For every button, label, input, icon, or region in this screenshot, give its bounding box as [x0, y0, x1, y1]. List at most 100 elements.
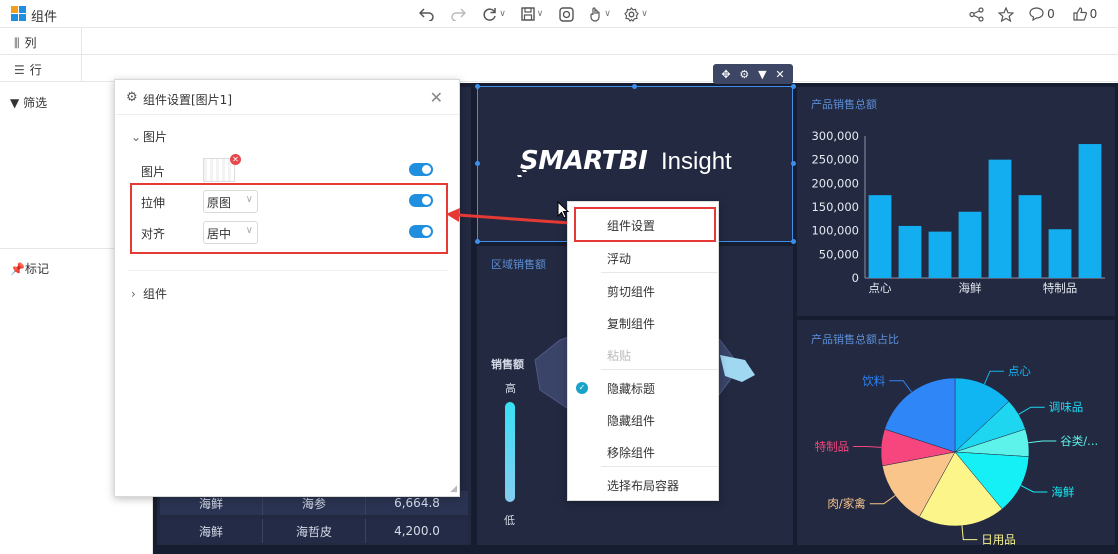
annotation-highlight	[574, 207, 716, 242]
y-tick-label: 200,000	[811, 176, 859, 190]
chevron-right-icon: ›	[131, 287, 136, 301]
legend-gradient[interactable]	[505, 402, 515, 502]
columns-icon: ⫼	[14, 36, 20, 50]
table-row[interactable]: 海鲜 海哲皮 4,200.0	[160, 519, 468, 543]
chevron-down-icon: ∨	[499, 9, 506, 19]
section-component-toggle[interactable]: › 组件	[131, 285, 167, 302]
list-icon: ☰	[14, 63, 25, 77]
columns-bar[interactable]: ⫼ 列	[0, 28, 1118, 55]
divider	[601, 272, 718, 273]
section-image-toggle[interactable]: ⌄ 图片	[131, 128, 167, 145]
pie-label: 特制品	[815, 439, 850, 453]
map-title: 区域销售额	[491, 258, 546, 271]
pie-label-line	[1028, 440, 1057, 444]
menu-item-cut[interactable]: 剪切组件	[568, 274, 718, 306]
pie-label: 点心	[1008, 364, 1031, 378]
dialog-title: 组件设置[图片1]	[143, 93, 232, 107]
table-cell: 海哲皮	[263, 519, 366, 543]
menu-item-remove-component[interactable]: 移除组件	[568, 435, 718, 467]
filter-section[interactable]: ▼ 筛选	[10, 94, 47, 111]
top-toolbar: 组件 ∨ ∨ ∨ ∨ 0 0	[0, 0, 1118, 28]
like-count: 0	[1089, 7, 1098, 21]
app-title: 组件	[31, 10, 58, 25]
resize-handle[interactable]	[791, 84, 796, 89]
move-icon[interactable]: ✥	[721, 68, 730, 81]
resize-handle[interactable]	[475, 239, 480, 244]
app-logo-icon	[11, 6, 26, 21]
pin-icon: 📌	[10, 262, 25, 276]
component-settings-dialog: ⚙ 组件设置[图片1] ✕ ⌄ 图片 图片 ✕ 拉伸 原图 ∨ 对齐 居中 ∨ › 组件…	[114, 79, 460, 497]
y-tick-label: 300,000	[811, 129, 859, 143]
menu-item-select-container[interactable]: 选择布局容器	[568, 468, 718, 500]
bar[interactable]	[928, 231, 952, 278]
share-icon[interactable]	[966, 4, 986, 24]
bar[interactable]	[988, 159, 1012, 278]
resize-grip-icon[interactable]: ◢	[450, 484, 457, 494]
gesture-icon[interactable]: ∨	[584, 4, 616, 24]
divider	[81, 55, 82, 81]
comment-count: 0	[1047, 7, 1055, 21]
bar-chart: 0 50,000 100,000 150,000 200,000 250,000 300,0…	[811, 129, 1105, 295]
legend-low: 低	[504, 514, 515, 527]
close-icon[interactable]: ✕	[775, 68, 784, 81]
undo-icon[interactable]	[416, 4, 438, 24]
pie-label: 调味品	[1049, 400, 1084, 414]
pie-label-line	[983, 370, 1004, 385]
resize-handle[interactable]	[791, 239, 796, 244]
app-window: 组件 ∨ ∨ ∨ ∨ 0 0 ⫼ 列 ☰ 行 ▼ 筛选 📌标记 海鲜 海参 6,…	[0, 0, 1118, 554]
menu-item-hide-title[interactable]: ✓ 隐藏标题	[568, 371, 718, 403]
redo-icon[interactable]	[447, 4, 469, 24]
y-tick-label: 0	[852, 271, 859, 285]
mouse-cursor-icon	[557, 201, 570, 219]
legend-title: 销售额	[491, 358, 524, 371]
marker-section[interactable]: 📌标记	[10, 260, 49, 277]
resize-handle[interactable]	[475, 84, 480, 89]
resize-handle[interactable]	[632, 84, 637, 89]
save-icon[interactable]: ∨	[516, 4, 548, 24]
pie-label-line	[1020, 485, 1048, 493]
pie-label-line	[869, 495, 896, 505]
bar[interactable]	[1078, 144, 1102, 278]
divider	[601, 466, 718, 467]
annotation-highlight	[130, 183, 448, 254]
divider	[128, 270, 448, 271]
menu-item-hide-component[interactable]: 隐藏组件	[568, 403, 718, 435]
filter-icon: ▼	[10, 96, 20, 110]
menu-item-copy[interactable]: 复制组件	[568, 306, 718, 338]
y-tick-label: 50,000	[819, 247, 859, 261]
menu-item-paste[interactable]: 粘贴	[568, 338, 718, 370]
bar[interactable]	[958, 211, 982, 278]
x-tick-label: 特制品	[1043, 281, 1078, 295]
remove-image-icon[interactable]: ✕	[230, 154, 241, 165]
menu-item-float[interactable]: 浮动	[568, 241, 718, 273]
pie-label-line	[853, 445, 882, 448]
screenshot-icon[interactable]	[555, 4, 577, 24]
resize-handle[interactable]	[475, 161, 480, 166]
pie-chart: 点心调味品谷类/... 海鲜日用品 肉/家禽 特制品 饮料	[815, 364, 1098, 545]
star-icon[interactable]	[996, 4, 1016, 24]
pie-label-line	[961, 525, 978, 541]
gear-icon: ⚙	[126, 90, 138, 105]
comment-button[interactable]: 0	[1027, 4, 1057, 24]
bar[interactable]	[868, 195, 892, 278]
gear-icon[interactable]: ⚙	[739, 68, 749, 81]
bar[interactable]	[1048, 229, 1072, 278]
check-icon: ✓	[576, 382, 588, 394]
image-toggle[interactable]	[409, 163, 433, 176]
settings-icon[interactable]: ∨	[620, 4, 652, 24]
refresh-icon[interactable]: ∨	[478, 4, 510, 24]
bar[interactable]	[898, 225, 922, 278]
pie-label-line	[1018, 406, 1045, 415]
bar[interactable]	[1018, 195, 1042, 278]
pie-label: 肉/家禽	[827, 497, 866, 511]
component-float-toolbar: ✥ ⚙ ▼ ✕	[713, 64, 793, 84]
like-button[interactable]: 0	[1070, 4, 1100, 24]
y-tick-label: 100,000	[811, 224, 859, 238]
close-icon[interactable]: ✕	[430, 88, 443, 107]
caret-down-icon[interactable]: ▼	[758, 68, 766, 81]
pie-label: 饮料	[862, 374, 885, 388]
resize-handle[interactable]	[791, 161, 796, 166]
chevron-down-icon: ∨	[536, 9, 544, 19]
divider	[601, 369, 718, 370]
rows-bar[interactable]: ☰ 行	[0, 55, 1118, 82]
